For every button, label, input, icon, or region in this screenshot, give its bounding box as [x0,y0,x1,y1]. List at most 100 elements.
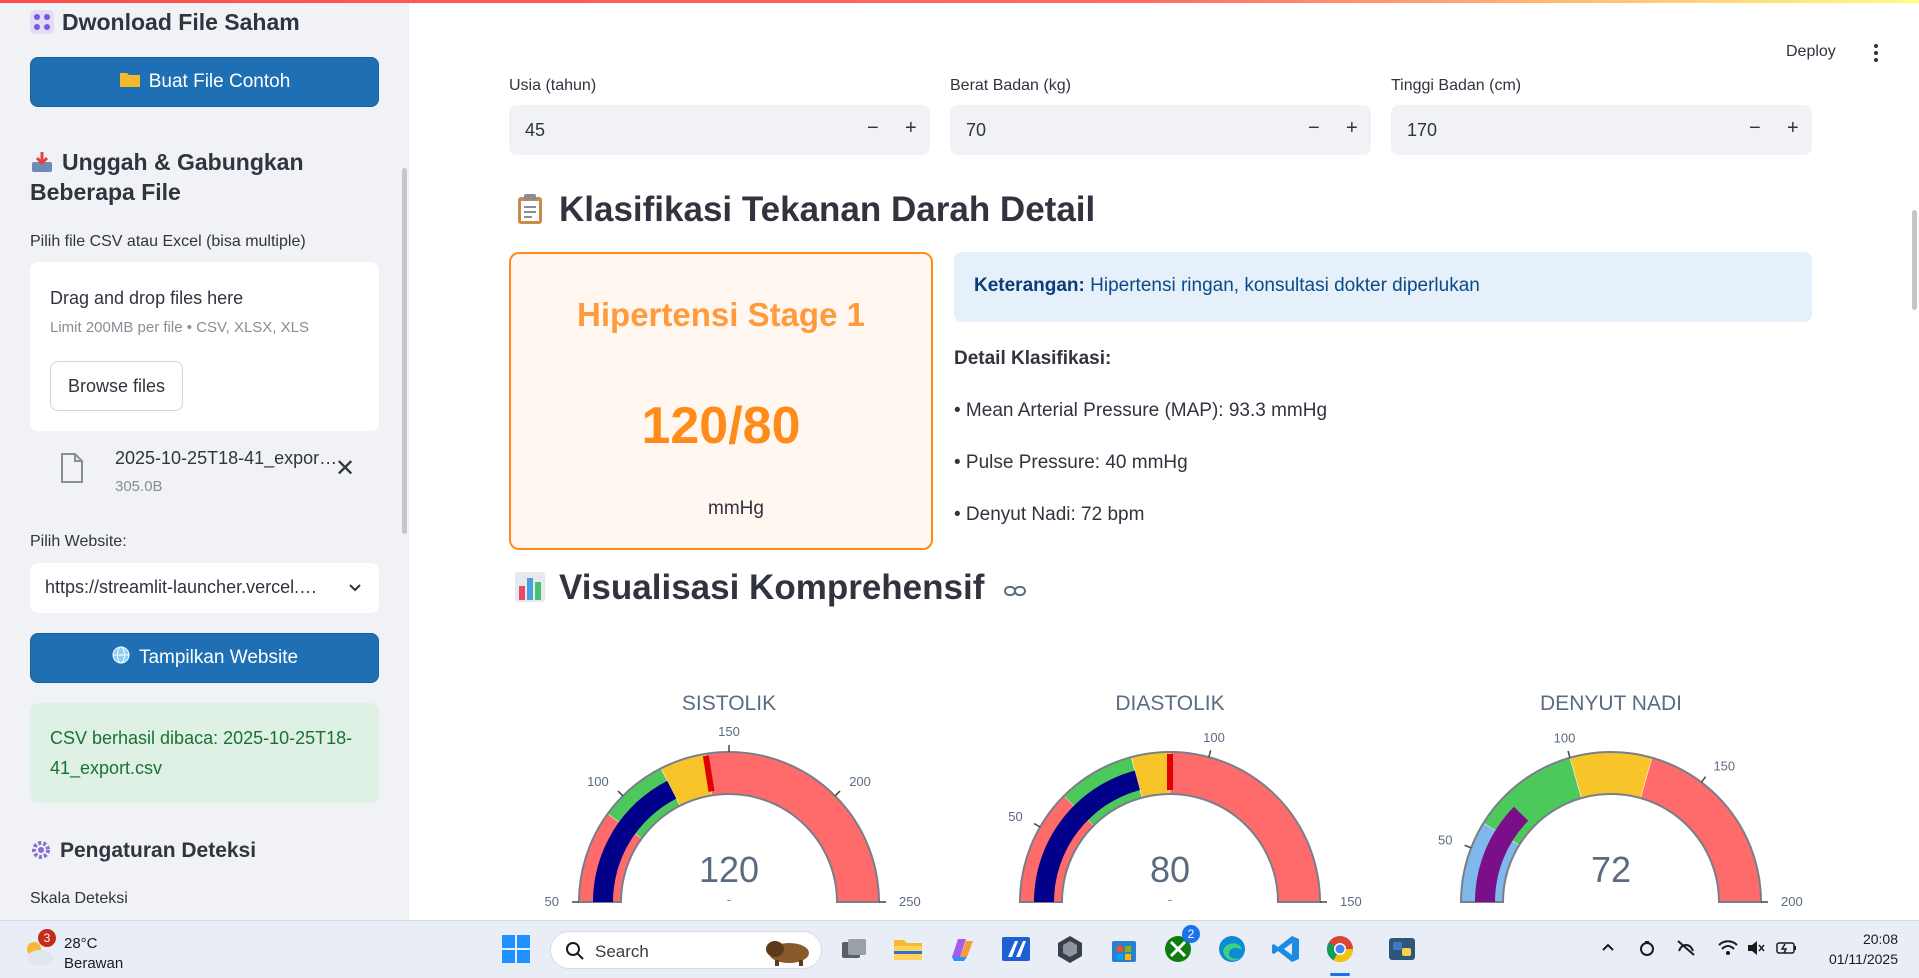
vscode-icon[interactable] [1270,933,1304,967]
weight-label: Berat Badan (kg) [950,77,1071,94]
windows-start-icon[interactable] [500,933,534,967]
edge-browser-icon[interactable] [1216,933,1250,967]
uploaded-file-item: 2025-10-25T18-41_export.csv 305.0B ✕ [30,440,379,500]
website-select-value: https://streamlit-launcher.vercel.app [45,577,320,597]
upload-title-line2: Beberapa File [30,179,181,205]
taskbar-search[interactable]: Search [550,931,822,969]
link-icon[interactable] [1004,566,1027,596]
gauge-tick-label: 150 [1713,758,1735,773]
height-increment-button[interactable]: + [1787,117,1799,140]
age-input[interactable]: 45 − + [509,105,930,155]
sidebar: Dwonload File Saham Buat File Contoh Ung… [0,0,409,920]
gauge-band [1569,751,1653,799]
top-decoration [0,0,1919,3]
chevron-down-icon [347,579,363,600]
info-text: Hipertensi ringan, konsultasi dokter dip… [1090,275,1480,296]
wifi-icon[interactable] [1718,939,1738,962]
gauge-tick [834,790,841,797]
detection-section-title: Pengaturan Deteksi [30,836,256,866]
gauge-band [1169,751,1321,903]
xbox-icon[interactable]: 2 [1162,925,1200,967]
gauge-tick [1208,750,1212,758]
python-icon[interactable] [1386,933,1420,967]
classification-heading-text: Klasifikasi Tekanan Darah Detail [559,190,1096,229]
website-select[interactable]: https://streamlit-launcher.vercel.app [30,563,379,613]
sync-icon[interactable] [1638,939,1656,962]
detail-pulse-pressure: • Pulse Pressure: 40 mmHg [954,452,1188,473]
file-explorer-icon[interactable] [892,933,926,967]
volume-muted-icon[interactable] [1746,939,1766,962]
weight-increment-button[interactable]: + [1346,117,1358,140]
file-icon [60,452,83,483]
globe-icon [111,645,131,671]
app-icon-blue[interactable] [1000,933,1034,967]
upload-section-title: Unggah & Gabungkan Beberapa File [30,147,304,207]
system-clock[interactable]: 20:08 01/11/2025 [1820,929,1898,969]
clock-time: 20:08 [1862,931,1898,947]
gauge-delta-text: - [1168,891,1173,907]
age-increment-button[interactable]: + [905,117,917,140]
gauge-tick-label: 50 [1008,809,1022,824]
upload-title-line1: Unggah & Gabungkan [62,149,304,175]
location-off-icon[interactable] [1676,939,1696,962]
sidebar-scrollbar[interactable] [402,168,407,534]
height-decrement-button[interactable]: − [1749,117,1761,140]
weight-input[interactable]: 70 − + [950,105,1371,155]
show-hidden-icons-chevron-up-icon[interactable] [1600,939,1616,960]
file-dropzone[interactable]: Drag and drop files here Limit 200MB per… [30,262,379,431]
weather-temp: 28°C [64,935,98,952]
weather-widget[interactable]: 3 28°C Berawan [20,929,130,973]
deploy-button[interactable]: Deploy [1786,43,1836,61]
age-label: Usia (tahun) [509,77,597,94]
systolic-gauge: SISTOLIK 50 100 150 200 250 120- [545,692,921,909]
folder-icon [119,70,141,94]
search-icon [565,941,585,966]
visualization-heading: Visualisasi Komprehensif [513,566,1027,608]
search-placeholder: Search [595,942,649,961]
heart-rate-gauge: DENYUT NADI 50 100 150 200 72 [1438,692,1803,909]
height-label: Tinggi Badan (cm) [1391,77,1522,94]
copilot-icon[interactable] [946,933,980,967]
hexagon-app-icon[interactable] [1054,933,1088,967]
remove-file-close-icon[interactable]: ✕ [335,454,355,483]
microsoft-store-icon[interactable] [1108,933,1142,967]
control-knobs-icon [30,10,54,34]
show-website-button[interactable]: Tampilkan Website [30,633,379,683]
gauge-value-text: 72 [1591,849,1631,890]
windows-taskbar: 3 28°C Berawan Search 2 20:08 01/11/2025 [0,920,1919,978]
file-picker-label: Pilih file CSV atau Excel (bisa multiple… [30,233,306,250]
task-view-icon[interactable] [838,933,872,967]
create-sample-file-button[interactable]: Buat File Contoh [30,57,379,107]
gear-icon [30,839,52,861]
diastolic-gauge: DIASTOLIK 50 100 150 80- [1008,692,1361,909]
download-section-title: Dwonload File Saham [30,7,300,37]
detail-title: Detail Klasifikasi: [954,348,1112,369]
battery-icon[interactable] [1776,939,1798,962]
bison-search-highlight-icon [761,936,815,971]
gauge-tick [1567,750,1571,758]
gauge-value-text: 120 [699,849,759,890]
bar-chart-icon [513,570,547,604]
success-alert: CSV berhasil dibaca: 2025-10-25T18-41_ex… [30,703,379,803]
main-scrollbar[interactable] [1912,210,1917,310]
height-value: 170 [1407,120,1438,140]
gauge-value-text: 80 [1150,849,1190,890]
detection-title-text: Pengaturan Deteksi [60,839,257,862]
website-label: Pilih Website: [30,533,127,550]
info-alert: Keterangan: Hipertensi ringan, konsultas… [954,252,1812,322]
age-decrement-button[interactable]: − [867,117,879,140]
more-options-icon[interactable] [1866,43,1886,63]
dropzone-limit: Limit 200MB per file • CSV, XLSX, XLS [50,319,309,336]
classification-category: Hipertensi Stage 1 [577,296,865,333]
blood-pressure-unit: mmHg [708,498,764,519]
clock-date: 01/11/2025 [1828,951,1898,967]
height-input[interactable]: 170 − + [1391,105,1812,155]
gauge-title: SISTOLIK [682,692,776,715]
weight-decrement-button[interactable]: − [1308,117,1320,140]
weight-value: 70 [966,120,987,140]
chrome-icon[interactable] [1324,933,1358,976]
gauge-tick-label: 200 [849,774,871,789]
scale-label: Skala Deteksi [30,890,128,907]
classification-heading: Klasifikasi Tekanan Darah Detail [513,190,1095,230]
browse-files-button[interactable]: Browse files [50,361,183,411]
